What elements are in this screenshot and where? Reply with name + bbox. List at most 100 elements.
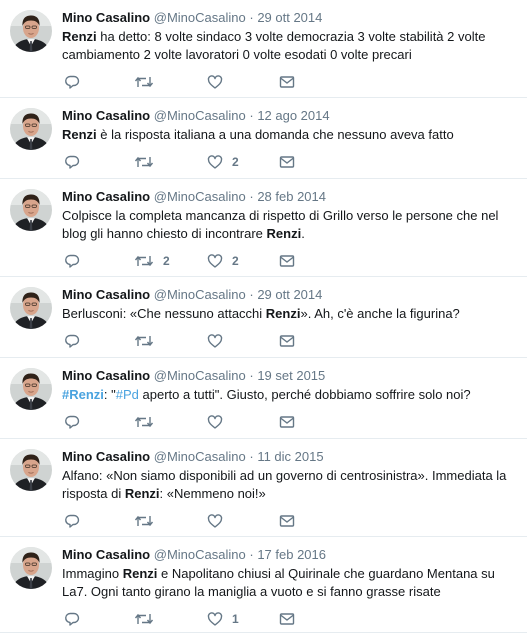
like-button[interactable]: 2: [207, 252, 239, 270]
tweet-date[interactable]: 28 feb 2014: [257, 189, 326, 204]
avatar[interactable]: [10, 449, 52, 491]
direct-message-button[interactable]: [279, 252, 295, 270]
reply-button[interactable]: [64, 610, 80, 628]
tweet[interactable]: Mino Casalino @MinoCasalino · 29 ott 201…: [0, 277, 527, 358]
reply-button[interactable]: [64, 153, 80, 171]
retweet-button[interactable]: [134, 610, 154, 628]
avatar[interactable]: [10, 368, 52, 410]
avatar[interactable]: [10, 189, 52, 231]
separator-dot: ·: [249, 108, 254, 123]
reply-button[interactable]: [64, 73, 80, 91]
hashtag-link[interactable]: #Renzi: [62, 387, 104, 402]
text-segment: .: [301, 226, 305, 241]
author-handle[interactable]: @MinoCasalino: [154, 108, 246, 123]
tweet-date[interactable]: 19 set 2015: [257, 368, 325, 383]
envelope-icon: [279, 414, 295, 430]
envelope-icon: [279, 253, 295, 269]
direct-message-button[interactable]: [279, 153, 295, 171]
tweet-date[interactable]: 29 ott 2014: [257, 287, 322, 302]
tweet-content: Mino Casalino @MinoCasalino · 17 feb 201…: [62, 546, 515, 601]
tweet-text: Renzi è la risposta italiana a una doman…: [62, 126, 515, 144]
direct-message-button[interactable]: [279, 413, 295, 431]
reply-button[interactable]: [64, 413, 80, 431]
text-segment: : ": [103, 387, 116, 402]
like-button[interactable]: 1: [207, 610, 239, 628]
like-button[interactable]: [207, 413, 223, 431]
avatar[interactable]: [10, 108, 52, 150]
author-handle[interactable]: @MinoCasalino: [154, 449, 246, 464]
author-name[interactable]: Mino Casalino: [62, 108, 150, 123]
retweet-button[interactable]: [134, 153, 154, 171]
tweet[interactable]: Mino Casalino @MinoCasalino · 12 ago 201…: [0, 98, 527, 179]
separator-dot: ·: [249, 287, 254, 302]
heart-icon: [207, 333, 223, 349]
avatar[interactable]: [10, 547, 52, 589]
hashtag-link[interactable]: #Pd: [116, 387, 139, 402]
avatar[interactable]: [10, 10, 52, 52]
envelope-icon: [279, 154, 295, 170]
author-name[interactable]: Mino Casalino: [62, 287, 150, 302]
author-name[interactable]: Mino Casalino: [62, 547, 150, 562]
reply-button[interactable]: [64, 252, 80, 270]
direct-message-button[interactable]: [279, 610, 295, 628]
tweet-actions: 22: [62, 252, 362, 270]
avatar[interactable]: [10, 287, 52, 329]
highlighted-keyword: Renzi: [122, 566, 158, 581]
retweet-button[interactable]: [134, 413, 154, 431]
author-handle[interactable]: @MinoCasalino: [154, 547, 246, 562]
author-name[interactable]: Mino Casalino: [62, 189, 150, 204]
highlighted-keyword: Renzi: [62, 127, 97, 142]
author-handle[interactable]: @MinoCasalino: [154, 368, 246, 383]
reply-button[interactable]: [64, 332, 80, 350]
author-name[interactable]: Mino Casalino: [62, 10, 150, 25]
text-segment: Berlusconi: «Che nessuno attacchi: [62, 306, 266, 321]
retweet-button[interactable]: [134, 73, 154, 91]
heart-icon: [207, 611, 223, 627]
heart-icon: [207, 74, 223, 90]
tweet-content: Mino Casalino @MinoCasalino · 12 ago 201…: [62, 107, 515, 144]
like-count: 2: [232, 254, 239, 268]
tweet-date[interactable]: 12 ago 2014: [257, 108, 329, 123]
separator-dot: ·: [249, 10, 254, 25]
author-name[interactable]: Mino Casalino: [62, 368, 150, 383]
direct-message-button[interactable]: [279, 332, 295, 350]
retweet-icon: [134, 74, 154, 90]
retweet-button[interactable]: [134, 512, 154, 530]
tweet[interactable]: Mino Casalino @MinoCasalino · 28 feb 201…: [0, 179, 527, 277]
retweet-icon: [134, 414, 154, 430]
like-button[interactable]: [207, 73, 223, 91]
tweet-header: Mino Casalino @MinoCasalino · 11 dic 201…: [62, 448, 515, 465]
tweet[interactable]: Mino Casalino @MinoCasalino · 29 ott 201…: [0, 0, 527, 98]
tweet[interactable]: Mino Casalino @MinoCasalino · 11 dic 201…: [0, 439, 527, 537]
direct-message-button[interactable]: [279, 512, 295, 530]
tweet-actions: 2: [62, 153, 362, 171]
like-button[interactable]: [207, 332, 223, 350]
retweet-button[interactable]: 2: [134, 252, 170, 270]
tweet[interactable]: Mino Casalino @MinoCasalino · 17 feb 201…: [0, 537, 527, 633]
heart-icon: [207, 154, 223, 170]
like-count: 2: [232, 155, 239, 169]
tweet-actions: [62, 512, 362, 530]
tweet-content: Mino Casalino @MinoCasalino · 11 dic 201…: [62, 448, 515, 503]
retweet-icon: [134, 154, 154, 170]
reply-button[interactable]: [64, 512, 80, 530]
tweet-text: Immagino Renzi e Napolitano chiusi al Qu…: [62, 565, 515, 601]
retweet-button[interactable]: [134, 332, 154, 350]
separator-dot: ·: [249, 368, 254, 383]
tweet[interactable]: Mino Casalino @MinoCasalino · 19 set 201…: [0, 358, 527, 439]
tweet-header: Mino Casalino @MinoCasalino · 28 feb 201…: [62, 188, 515, 205]
like-button[interactable]: [207, 512, 223, 530]
tweet-content: Mino Casalino @MinoCasalino · 28 feb 201…: [62, 188, 515, 243]
tweet-date[interactable]: 29 ott 2014: [257, 10, 322, 25]
tweet-date[interactable]: 17 feb 2016: [257, 547, 326, 562]
author-handle[interactable]: @MinoCasalino: [154, 189, 246, 204]
tweet-date[interactable]: 11 dic 2015: [257, 449, 323, 464]
reply-icon: [64, 154, 80, 170]
direct-message-button[interactable]: [279, 73, 295, 91]
like-button[interactable]: 2: [207, 153, 239, 171]
author-handle[interactable]: @MinoCasalino: [154, 287, 246, 302]
retweet-icon: [134, 253, 154, 269]
author-name[interactable]: Mino Casalino: [62, 449, 150, 464]
tweet-actions: 1: [62, 610, 362, 628]
author-handle[interactable]: @MinoCasalino: [154, 10, 246, 25]
